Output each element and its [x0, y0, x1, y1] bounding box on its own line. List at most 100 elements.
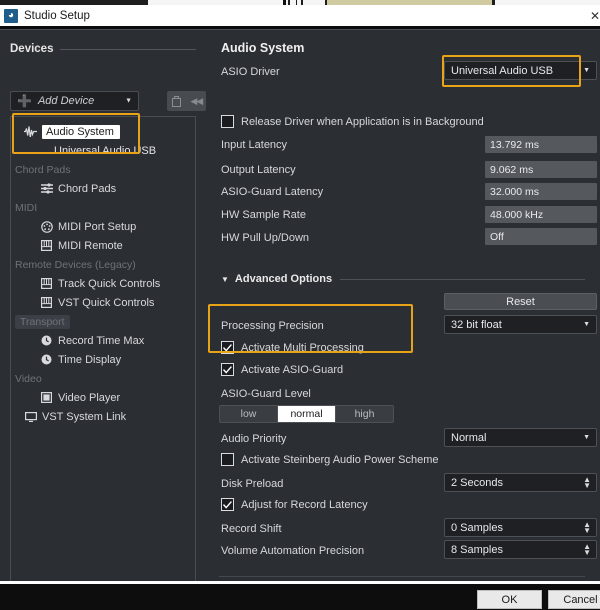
sidebar-item-label: Chord Pads [58, 182, 117, 195]
sidebar-item-audio-system[interactable]: Audio System [23, 123, 120, 140]
midi-port-icon [39, 220, 54, 233]
output-latency-value: 9.062 ms [485, 161, 597, 178]
steinberg-power-scheme-label: Activate Steinberg Audio Power Scheme [241, 453, 439, 466]
stepper-arrows-icon[interactable]: ▲ ▼ [583, 520, 591, 534]
trash-icon[interactable] [167, 91, 187, 111]
audio-priority-label: Audio Priority [221, 433, 287, 445]
chevron-down-icon[interactable]: ▼ [221, 275, 229, 284]
activate-asio-guard-label: Activate ASIO-Guard [241, 363, 344, 376]
asio-driver-dropdown[interactable]: Universal Audio USB ▼ [444, 61, 597, 80]
sidebar-item-midi-remote[interactable]: MIDI Remote [39, 237, 123, 254]
record-shift-stepper[interactable]: 0 Samples ▲ ▼ [444, 518, 597, 537]
devices-toolbar: ➕ Add Device ▼ ◀◀ [10, 91, 206, 111]
display-icon [23, 411, 38, 422]
release-driver-label: Release Driver when Application is in Ba… [241, 115, 484, 128]
release-driver-checkbox-row[interactable]: Release Driver when Application is in Ba… [221, 115, 484, 128]
tree-group-midi: MIDI [15, 199, 37, 216]
adjust-record-latency-row[interactable]: Adjust for Record Latency [221, 498, 368, 511]
sidebar-item-time-display[interactable]: Time Display [39, 351, 121, 368]
volume-automation-precision-stepper[interactable]: 8 Samples ▲ ▼ [444, 540, 597, 559]
sidebar-item-label: MIDI Remote [58, 239, 123, 252]
asio-driver-label: ASIO Driver [221, 66, 280, 78]
chevron-down-icon: ▼ [583, 434, 590, 441]
advanced-reset-button[interactable]: Reset [444, 293, 597, 310]
sidebar-item-universal-audio-usb[interactable]: Universal Audio USB [39, 142, 156, 159]
keyboard-icon [39, 240, 54, 251]
tree-group-label: Remote Devices (Legacy) [15, 258, 136, 271]
hw-pull-updown-label: HW Pull Up/Down [221, 232, 310, 244]
record-shift-value: 0 Samples [451, 521, 503, 534]
record-shift-label: Record Shift [221, 523, 282, 535]
chevron-down-icon: ▼ [583, 321, 590, 328]
clock-icon [39, 335, 54, 346]
advanced-options-header[interactable]: ▼ Advanced Options [221, 273, 585, 285]
sidebar-item-midi-port-setup[interactable]: MIDI Port Setup [39, 218, 136, 235]
footer-top-border [0, 581, 600, 584]
sidebar-item-label: VST System Link [42, 410, 127, 423]
steinberg-power-scheme-row[interactable]: Activate Steinberg Audio Power Scheme [221, 453, 439, 466]
hw-pull-updown-value: Off [485, 228, 597, 245]
activate-asio-guard-row[interactable]: Activate ASIO-Guard [221, 363, 343, 376]
checkbox-checked-icon[interactable] [221, 498, 234, 511]
tree-group-label: MIDI [15, 201, 38, 214]
sidebar-item-vst-system-link[interactable]: VST System Link [23, 408, 126, 425]
sidebar-item-label: Audio System [42, 124, 120, 139]
sidebar-item-label: Universal Audio USB [54, 144, 157, 157]
checkbox-unchecked-icon[interactable] [221, 115, 234, 128]
advanced-reset-label: Reset [506, 295, 535, 308]
device-tree[interactable]: Audio System Universal Audio USB Chord Pad… [10, 116, 196, 604]
asio-guard-latency-label: ASIO-Guard Latency [221, 186, 324, 198]
checkbox-checked-icon[interactable] [221, 341, 234, 354]
keyboard-icon [39, 297, 54, 308]
chevron-down-icon: ▼ [125, 97, 132, 105]
ok-button[interactable]: OK [477, 590, 542, 609]
asio-guard-level-option-low[interactable]: low [220, 406, 278, 422]
checkbox-unchecked-icon[interactable] [221, 453, 234, 466]
keyboard-icon [39, 278, 54, 289]
tree-group-label: Video [15, 372, 42, 385]
sidebar-item-chord-pads[interactable]: Chord Pads [39, 180, 116, 197]
stepper-arrows-icon[interactable]: ▲ ▼ [583, 475, 591, 489]
volume-automation-precision-label: Volume Automation Precision [221, 545, 365, 557]
studio-setup-dialog: Devices ➕ Add Device ▼ ◀◀ Audio System Un… [0, 29, 600, 606]
tree-group-transport: Transport [15, 313, 70, 330]
sidebar-item-video-player[interactable]: Video Player [39, 389, 120, 406]
tree-group-label: Chord Pads [15, 163, 71, 176]
sidebar-item-track-quick-controls[interactable]: Track Quick Controls [39, 275, 160, 292]
asio-guard-level-label: ASIO-Guard Level [221, 388, 311, 400]
window-titlebar: ◕ Studio Setup ✕ [0, 5, 600, 26]
stepper-arrows-icon[interactable]: ▲ ▼ [583, 542, 591, 556]
cancel-button[interactable]: Cancel [548, 590, 600, 609]
adjust-record-latency-label: Adjust for Record Latency [241, 498, 368, 511]
activate-multi-processing-row[interactable]: Activate Multi Processing [221, 341, 364, 354]
audio-priority-dropdown[interactable]: Normal ▼ [444, 428, 597, 447]
asio-guard-level-option-normal[interactable]: normal [278, 406, 336, 422]
sidebar-item-label: VST Quick Controls [58, 296, 155, 309]
volume-automation-precision-value: 8 Samples [451, 543, 503, 556]
disk-preload-value: 2 Seconds [451, 476, 503, 489]
add-device-label: Add Device [37, 95, 95, 107]
tree-group-label: Transport [15, 314, 70, 329]
processing-precision-dropdown[interactable]: 32 bit float ▼ [444, 315, 597, 334]
devices-label: Devices [10, 43, 54, 55]
hw-sample-rate-value: 48.000 kHz [485, 206, 597, 223]
asio-driver-value: Universal Audio USB [451, 64, 554, 77]
checkbox-checked-icon[interactable] [221, 363, 234, 376]
chord-pads-icon [39, 183, 54, 194]
close-icon[interactable]: ✕ [588, 5, 600, 26]
devices-header: Devices [10, 42, 196, 56]
footer-divider [219, 576, 585, 577]
sidebar-item-label: Record Time Max [58, 334, 145, 347]
sidebar-item-vst-quick-controls[interactable]: VST Quick Controls [39, 294, 154, 311]
input-latency-value: 13.792 ms [485, 136, 597, 153]
asio-guard-level-option-high[interactable]: high [336, 406, 393, 422]
add-device-button[interactable]: ➕ Add Device ▼ [10, 91, 139, 111]
asio-guard-level-segmented[interactable]: low normal high [219, 405, 394, 423]
sidebar-item-label: MIDI Port Setup [58, 220, 137, 233]
processing-precision-label: Processing Precision [221, 320, 324, 332]
disk-preload-stepper[interactable]: 2 Seconds ▲ ▼ [444, 473, 597, 492]
sidebar-item-record-time-max[interactable]: Record Time Max [39, 332, 144, 349]
advanced-options-divider [340, 278, 585, 280]
sidebar-item-label: Time Display [58, 353, 122, 366]
tree-group-chord-pads: Chord Pads [15, 161, 70, 178]
